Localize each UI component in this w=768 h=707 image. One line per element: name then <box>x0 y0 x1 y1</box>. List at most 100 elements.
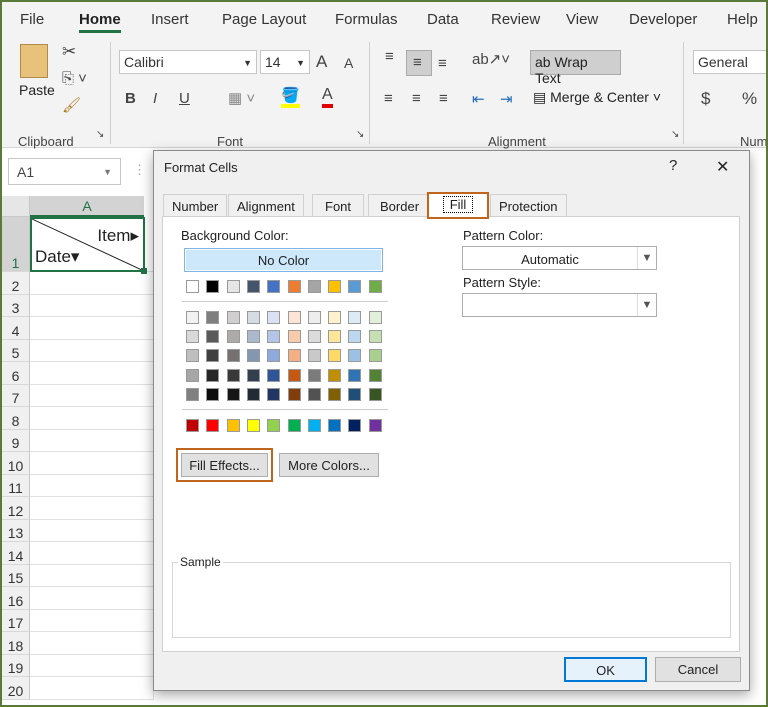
font-launcher-icon[interactable]: ↘ <box>356 129 364 140</box>
cell[interactable] <box>30 407 154 430</box>
tab-review[interactable]: Review <box>491 11 540 28</box>
align-center-icon[interactable]: ≡ <box>412 90 421 107</box>
theme-color-swatch[interactable] <box>328 368 342 382</box>
cell[interactable] <box>30 609 154 632</box>
format-painter-icon[interactable]: 🖌 <box>62 96 81 114</box>
theme-color-swatch[interactable] <box>226 311 240 324</box>
cell[interactable] <box>30 519 154 542</box>
theme-color-swatch[interactable] <box>348 349 362 363</box>
tab-developer[interactable]: Developer <box>629 11 697 28</box>
row-header[interactable]: 15 <box>2 564 30 587</box>
row-header[interactable]: 18 <box>2 632 30 655</box>
theme-color-swatch[interactable] <box>246 368 260 382</box>
theme-color-swatch[interactable] <box>186 330 199 344</box>
theme-color-swatch[interactable] <box>287 330 301 344</box>
row-header[interactable]: 20 <box>2 677 30 700</box>
row-header[interactable]: 6 <box>2 362 30 385</box>
help-button[interactable]: ? <box>669 157 677 174</box>
standard-color-swatch[interactable] <box>307 419 321 432</box>
theme-color-swatch[interactable] <box>226 330 240 344</box>
align-left-icon[interactable]: ≡ <box>384 90 393 107</box>
standard-color-swatch[interactable] <box>226 419 240 432</box>
theme-color-swatch[interactable] <box>226 368 240 382</box>
theme-color-swatch[interactable] <box>348 368 362 382</box>
tab-file[interactable]: File <box>20 11 44 28</box>
cell[interactable] <box>30 542 154 565</box>
cell[interactable] <box>30 452 154 475</box>
number-format-dropdown[interactable]: General <box>693 50 768 74</box>
tab-number[interactable]: Number <box>163 194 228 217</box>
no-color-button[interactable]: No Color <box>184 248 383 272</box>
theme-color-swatch[interactable] <box>328 349 342 363</box>
theme-color-swatch[interactable] <box>307 368 321 382</box>
row-header[interactable]: 8 <box>2 407 30 430</box>
wrap-text-button[interactable]: ab Wrap Text <box>530 50 621 86</box>
tab-help[interactable]: Help <box>727 11 758 28</box>
theme-color-swatch[interactable] <box>287 368 301 382</box>
paste-icon[interactable] <box>20 44 48 78</box>
merge-center-button[interactable]: ▤ Merge & Center ˅ <box>533 89 661 106</box>
theme-color-swatch[interactable] <box>307 280 321 293</box>
standard-color-swatch[interactable] <box>246 419 260 432</box>
tab-border[interactable]: Border <box>368 194 432 217</box>
tab-insert[interactable]: Insert <box>151 11 189 28</box>
theme-color-swatch[interactable] <box>287 349 301 363</box>
theme-color-swatch[interactable] <box>328 387 342 401</box>
row-header[interactable]: 14 <box>2 542 30 565</box>
cell[interactable] <box>30 339 154 362</box>
theme-color-swatch[interactable] <box>267 330 281 344</box>
font-color-icon[interactable]: A <box>322 86 333 108</box>
theme-color-swatch[interactable] <box>206 311 220 324</box>
theme-color-swatch[interactable] <box>226 349 240 363</box>
theme-color-swatch[interactable] <box>206 330 220 344</box>
copy-icon[interactable]: ⎘ ˅ <box>62 70 87 87</box>
cancel-button[interactable]: Cancel <box>655 657 741 682</box>
align-middle-button[interactable]: ≡ <box>406 50 432 76</box>
decrease-indent-icon[interactable]: ⇤ <box>472 90 485 108</box>
theme-color-swatch[interactable] <box>368 280 382 293</box>
theme-color-swatch[interactable] <box>206 368 220 382</box>
row-header[interactable]: 12 <box>2 497 30 520</box>
cell-a1[interactable]: Item▸ Date▾ <box>30 217 145 272</box>
cell[interactable] <box>30 272 154 295</box>
row-header[interactable]: 9 <box>2 429 30 452</box>
tab-alignment[interactable]: Alignment <box>228 194 304 217</box>
font-size-dropdown[interactable]: 14 ▼ <box>260 50 310 74</box>
underline-button[interactable]: U <box>179 90 190 107</box>
row-header[interactable]: 1 <box>2 217 30 272</box>
alignment-launcher-icon[interactable]: ↘ <box>671 129 679 140</box>
ok-button[interactable]: OK <box>564 657 647 682</box>
paste-label[interactable]: Paste <box>19 82 55 98</box>
theme-color-swatch[interactable] <box>328 311 342 324</box>
cell[interactable] <box>30 632 154 655</box>
tab-data[interactable]: Data <box>427 11 459 28</box>
font-name-dropdown[interactable]: Calibri ▼ <box>119 50 257 74</box>
theme-color-swatch[interactable] <box>226 280 240 293</box>
row-header[interactable]: 19 <box>2 654 30 677</box>
theme-color-swatch[interactable] <box>267 387 281 401</box>
more-colors-button[interactable]: More Colors... <box>279 453 379 477</box>
align-bottom-icon[interactable]: ≡ <box>438 55 447 72</box>
cell[interactable] <box>30 564 154 587</box>
row-header[interactable]: 7 <box>2 384 30 407</box>
theme-color-swatch[interactable] <box>206 280 220 293</box>
theme-color-swatch[interactable] <box>246 311 260 324</box>
increase-indent-icon[interactable]: ⇥ <box>500 90 513 108</box>
fill-effects-button[interactable]: Fill Effects... <box>181 453 268 477</box>
tab-protection[interactable]: Protection <box>490 194 567 217</box>
standard-color-swatch[interactable] <box>186 419 199 432</box>
theme-color-swatch[interactable] <box>368 387 382 401</box>
row-header[interactable]: 5 <box>2 339 30 362</box>
percent-button[interactable]: % <box>742 89 757 109</box>
theme-color-swatch[interactable] <box>186 280 199 293</box>
theme-color-swatch[interactable] <box>287 280 301 293</box>
fill-color-icon[interactable]: 🪣 <box>281 86 300 108</box>
cell[interactable] <box>30 677 154 700</box>
orientation-icon[interactable]: ab↗˅ <box>472 50 510 68</box>
theme-color-swatch[interactable] <box>287 387 301 401</box>
tab-font[interactable]: Font <box>312 194 365 217</box>
tab-formulas[interactable]: Formulas <box>335 11 398 28</box>
row-header[interactable]: 13 <box>2 519 30 542</box>
row-header[interactable]: 17 <box>2 609 30 632</box>
row-header[interactable]: 10 <box>2 452 30 475</box>
